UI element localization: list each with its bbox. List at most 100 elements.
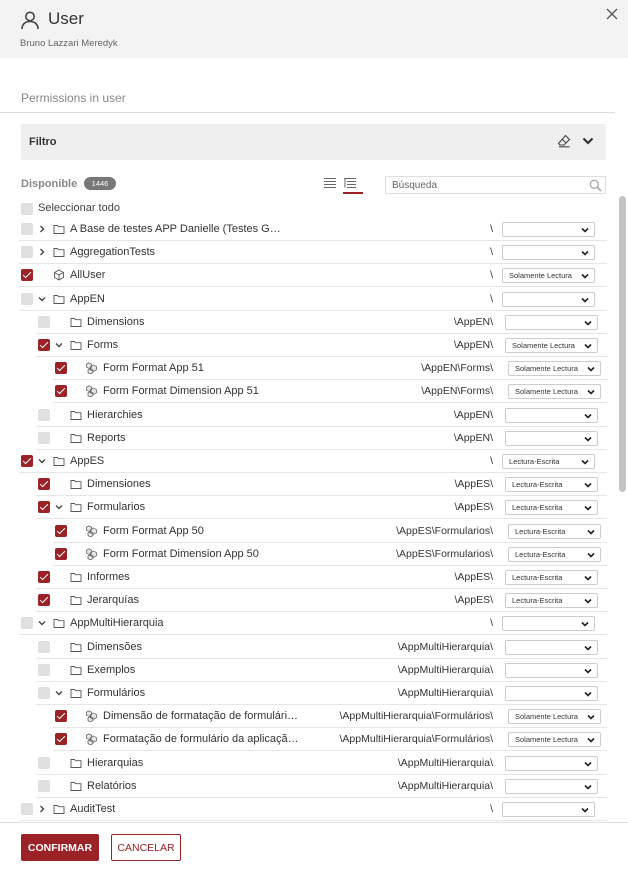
permission-select[interactable]: Lectura-Escrita [508,523,601,539]
chevron-down-icon[interactable] [54,502,64,512]
row-checkbox[interactable] [38,756,50,769]
chevron-right-icon[interactable] [37,247,47,257]
tree-row[interactable]: Dimensões \AppMultiHierarquia\ [0,636,615,659]
tree-row[interactable]: AppES \ Lectura-Escrita [0,450,615,473]
chevron-down-icon[interactable] [37,294,47,304]
chevron-down-icon[interactable] [587,736,595,744]
row-checkbox[interactable] [38,663,50,676]
close-icon[interactable] [604,6,620,22]
chevron-right-icon[interactable] [37,224,47,234]
chevron-down-icon[interactable] [584,644,592,652]
chevron-down-icon[interactable] [587,713,595,721]
chevron-down-icon[interactable] [584,690,592,698]
tree-row[interactable]: Hierarquias \AppMultiHierarquia\ [0,752,615,775]
search-field[interactable] [385,176,606,194]
tree-row[interactable]: Form Format App 51 \AppEN\Forms\ Solamente… [0,357,615,381]
permission-select[interactable]: Solamente Lectura [505,338,598,353]
tree-row[interactable]: AggregationTests \ [0,241,615,265]
tree-row[interactable]: Dimensions \AppEN\ [0,311,615,334]
chevron-down-icon[interactable] [584,574,592,582]
tree-row[interactable]: Dimensiones \AppES\ Lectura-Escrita [0,473,615,497]
tree-row[interactable]: Form Format Dimension App 50 \AppES\Formu… [0,543,615,566]
tree-row[interactable]: Hierarchies \AppEN\ [0,404,615,427]
permission-select[interactable] [502,616,595,632]
row-checkbox[interactable] [38,594,50,607]
tree-row[interactable]: AllUser \ Solamente Lectura [0,264,615,288]
permission-select[interactable]: Lectura-Escrita [505,570,598,585]
row-checkbox[interactable] [38,779,50,792]
tree-row[interactable]: Dimensão de formatação de formulári… \App… [0,705,615,729]
tree-row[interactable]: Form Format App 50 \AppES\Formularios\ Lec… [0,520,615,543]
chevron-down-icon[interactable] [587,528,595,536]
chevron-down-icon[interactable] [581,272,589,280]
chevron-right-icon[interactable] [37,804,47,814]
row-checkbox[interactable] [55,524,67,537]
select-all-checkbox[interactable] [21,203,33,215]
permission-select[interactable]: Solamente Lectura [508,361,601,377]
tree-row[interactable]: Formatação de formulário da aplicaçã… \Ap… [0,728,615,752]
row-checkbox[interactable] [21,223,33,235]
tree-row[interactable]: A Base de testes APP Danielle (Testes Ge… [0,218,615,241]
cancel-button[interactable]: CANCELAR [111,834,181,861]
chevron-down-icon[interactable] [581,620,589,628]
chevron-down-icon[interactable] [581,226,589,234]
row-checkbox[interactable] [38,640,50,653]
chevron-down-icon[interactable] [37,618,47,628]
chevron-down-icon[interactable] [587,551,595,559]
row-checkbox[interactable] [55,362,67,375]
chevron-down-icon[interactable] [587,365,595,373]
row-checkbox[interactable] [55,385,67,398]
chevron-down-icon[interactable] [584,412,592,420]
tree-row[interactable]: AuditTest \ [0,798,615,821]
row-checkbox[interactable] [21,455,33,467]
chevron-down-icon[interactable] [54,688,64,698]
permission-select[interactable] [505,662,598,678]
row-checkbox[interactable] [38,315,50,328]
chevron-down-icon[interactable] [581,296,589,304]
permission-select[interactable]: Solamente Lectura [508,384,601,400]
search-icon[interactable] [589,179,602,192]
tree-row[interactable]: Jerarquías \AppES\ Lectura-Escrita [0,589,615,613]
permission-select[interactable] [505,407,598,423]
row-checkbox[interactable] [21,292,33,305]
chevron-down-icon[interactable] [584,504,592,512]
row-checkbox[interactable] [21,617,33,630]
search-input[interactable] [392,178,582,193]
tree-row[interactable]: Exemplos \AppMultiHierarquia\ [0,659,615,682]
permission-select[interactable]: Lectura-Escrita [505,593,598,609]
row-checkbox[interactable] [38,339,50,351]
row-checkbox[interactable] [38,687,50,699]
tree-row[interactable]: AppEN \ [0,288,615,311]
row-checkbox[interactable] [21,246,33,259]
chevron-down-icon[interactable] [584,597,592,605]
chevron-down-icon[interactable] [584,783,592,791]
chevron-down-icon[interactable] [584,760,592,768]
chevron-down-icon[interactable] [584,481,592,489]
permission-select[interactable] [502,291,595,307]
list-view-icon[interactable] [323,176,337,190]
chevron-down-icon[interactable] [37,456,47,466]
tree-row[interactable]: Reports \AppEN\ [0,427,615,450]
eraser-icon[interactable] [557,134,571,148]
permission-select[interactable]: Lectura-Escrita [505,477,598,493]
chevron-down-icon[interactable] [584,435,592,443]
confirm-button[interactable]: CONFIRMAR [21,834,99,861]
row-checkbox[interactable] [55,710,67,723]
row-checkbox[interactable] [38,501,50,514]
permission-select[interactable]: Solamente Lectura [502,268,595,284]
chevron-down-icon[interactable] [587,388,595,396]
row-checkbox[interactable] [21,803,33,815]
permission-select[interactable] [505,430,598,446]
tree-view-icon[interactable] [343,176,357,190]
permission-select[interactable]: Solamente Lectura [508,732,601,748]
permission-select[interactable]: Lectura-Escrita [502,454,595,469]
row-checkbox[interactable] [38,408,50,421]
tree-row[interactable]: Form Format Dimension App 51 \AppEN\Forms… [0,380,615,404]
row-checkbox[interactable] [38,478,50,491]
chevron-down-icon[interactable] [584,342,592,350]
permission-select[interactable] [505,755,598,771]
row-checkbox[interactable] [38,571,50,583]
permission-select[interactable]: Lectura-Escrita [505,500,598,516]
chevron-down-icon[interactable] [584,667,592,675]
chevron-down-icon[interactable] [581,806,589,814]
